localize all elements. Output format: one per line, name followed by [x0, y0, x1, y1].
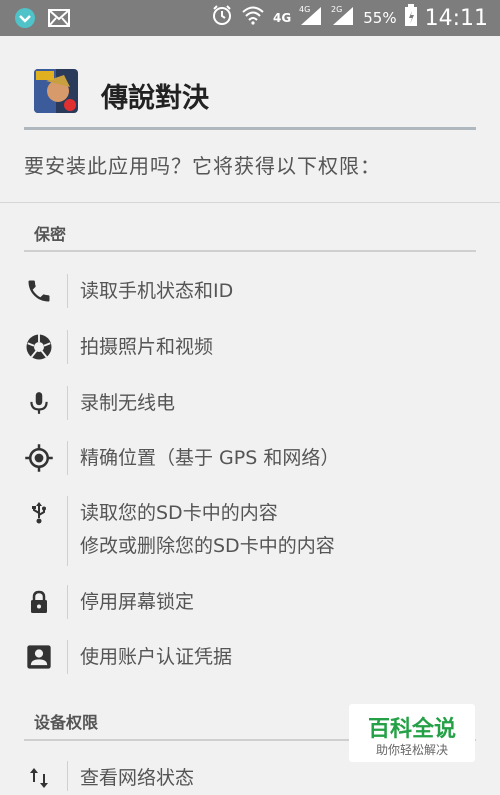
microphone-icon [24, 388, 54, 418]
watermark-title: 百科全说 [367, 717, 456, 742]
clock: 14:11 [424, 5, 488, 31]
mail-icon [48, 9, 70, 31]
permission-text: 读取手机状态和ID [80, 280, 234, 302]
divider [0, 202, 500, 203]
permission-text-secondary: 修改或删除您的SD卡中的内容 [80, 535, 335, 557]
battery-icon [404, 4, 417, 32]
download-check-icon [14, 7, 36, 33]
wifi-icon [241, 5, 265, 31]
install-header: 傳說對決 [0, 36, 500, 133]
separator [67, 585, 68, 619]
permission-text: 录制无线电 [80, 392, 176, 414]
lock-icon [24, 587, 54, 617]
app-icon [34, 69, 78, 113]
battery-percent: 55% [363, 9, 397, 27]
separator [67, 330, 68, 364]
permission-text: 读取您的SD卡中的内容 [80, 502, 278, 524]
account-box-icon [24, 642, 54, 672]
watermark-logo: 百科全说 助你轻松解决 [349, 704, 475, 762]
separator [67, 496, 68, 566]
network-type-label: 4G [273, 11, 292, 25]
signal-label-2: 2G [331, 5, 342, 14]
header-divider [24, 127, 476, 130]
permission-text: 拍摄照片和视频 [80, 336, 214, 358]
location-icon [24, 443, 54, 473]
separator [67, 386, 68, 420]
permission-text: 查看网络状态 [80, 767, 195, 789]
separator [67, 441, 68, 475]
signal-label-1: 4G [299, 5, 310, 14]
usb-icon [24, 498, 54, 528]
install-question: 要安装此应用吗？它将获得以下权限： [24, 154, 381, 178]
separator [67, 274, 68, 308]
section-device: 设备权限 [34, 713, 99, 732]
permission-text: 精确位置（基于 GPS 和网络） [80, 447, 340, 469]
signal-icon: 4G [299, 4, 323, 32]
section-privacy: 保密 [34, 225, 67, 244]
watermark-subtitle: 助你轻松解决 [375, 743, 448, 757]
app-name: 傳說對決 [101, 83, 209, 114]
signal-icon-2: 2G [331, 4, 355, 32]
alarm-icon [211, 4, 233, 32]
separator [67, 761, 68, 791]
permission-text: 使用账户认证凭据 [80, 646, 233, 668]
permission-text: 停用屏幕锁定 [80, 591, 195, 613]
separator [67, 640, 68, 674]
section-privacy-rule [24, 250, 476, 252]
phone-icon [24, 276, 54, 306]
status-bar: 4G 4G 2G 55% 14:11 [0, 0, 500, 36]
camera-aperture-icon [24, 332, 54, 362]
